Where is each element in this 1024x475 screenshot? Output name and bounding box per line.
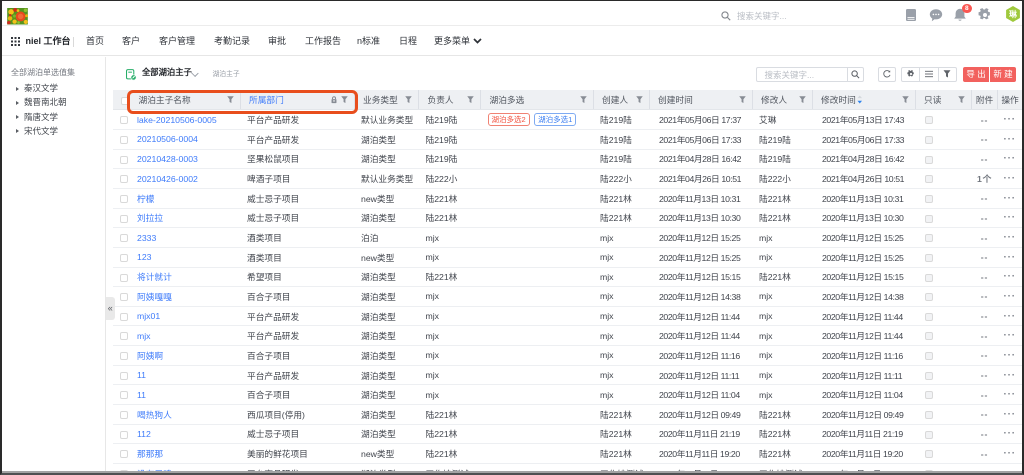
svg-text:琳: 琳: [1009, 8, 1018, 18]
